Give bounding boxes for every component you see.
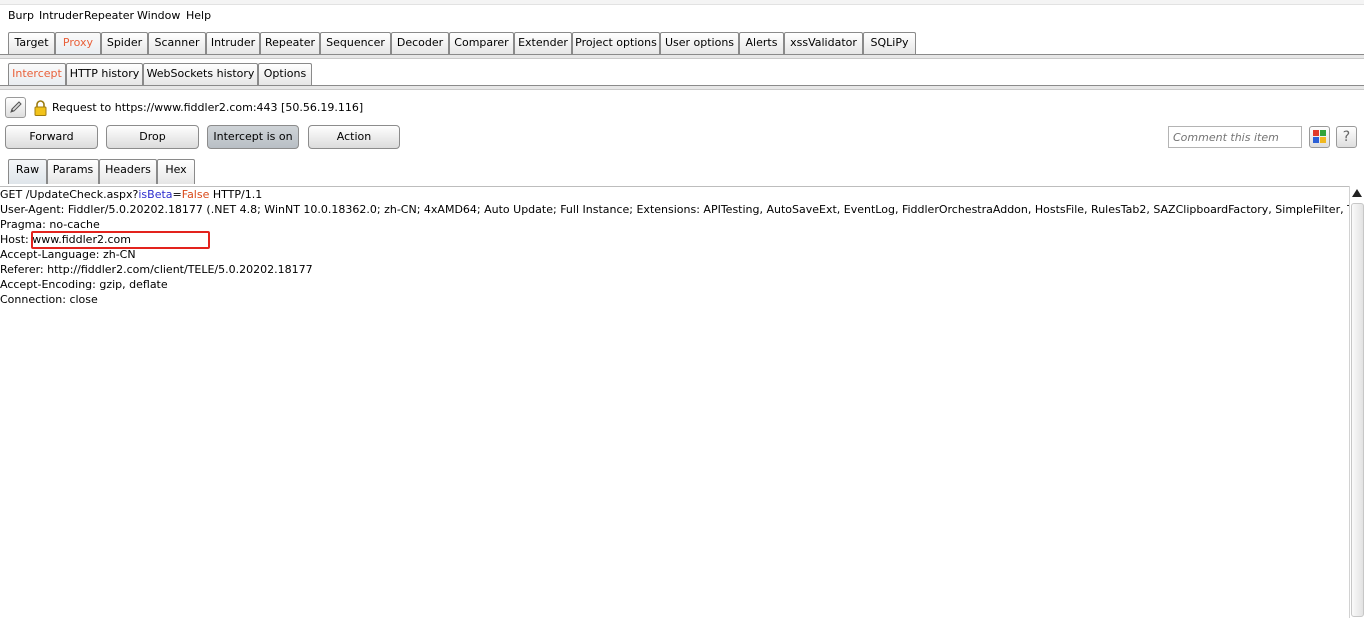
tab-params[interactable]: Params bbox=[47, 159, 99, 184]
proxy-tab-divider bbox=[0, 85, 1364, 90]
request-target-info: Request to https://www.fiddler2.com:443 … bbox=[52, 101, 364, 114]
header-pragma: Pragma: no-cache bbox=[0, 218, 100, 231]
tab-options[interactable]: Options bbox=[258, 63, 312, 85]
tab-http-history[interactable]: HTTP history bbox=[66, 63, 143, 85]
tab-headers[interactable]: Headers bbox=[99, 159, 157, 184]
message-tab-bar: Raw Params Headers Hex bbox=[0, 158, 1364, 184]
pencil-icon bbox=[10, 101, 22, 113]
forward-button[interactable]: Forward bbox=[5, 125, 98, 149]
tab-repeater[interactable]: Repeater bbox=[260, 32, 320, 54]
tab-alerts[interactable]: Alerts bbox=[739, 32, 784, 54]
param-equals: = bbox=[172, 188, 182, 201]
menu-bar: Burp Intruder Repeater Window Help bbox=[0, 0, 1364, 28]
tab-websockets-history[interactable]: WebSockets history bbox=[143, 63, 258, 85]
request-line: GET /UpdateCheck.aspx?isBeta=False HTTP/… bbox=[0, 187, 262, 202]
tab-extender[interactable]: Extender bbox=[514, 32, 572, 54]
tab-intruder[interactable]: Intruder bbox=[206, 32, 260, 54]
menu-window[interactable]: Window bbox=[137, 9, 180, 22]
tab-comparer[interactable]: Comparer bbox=[449, 32, 514, 54]
scrollbar-thumb[interactable] bbox=[1351, 203, 1364, 617]
scroll-up-arrow-icon[interactable] bbox=[1352, 189, 1362, 197]
host-highlight-box bbox=[31, 231, 210, 249]
lock-icon bbox=[34, 100, 47, 116]
proxy-tab-bar: Intercept HTTP history WebSockets histor… bbox=[0, 62, 1364, 86]
header-referer: Referer: http://fiddler2.com/client/TELE… bbox=[0, 263, 313, 276]
tab-scanner[interactable]: Scanner bbox=[148, 32, 206, 54]
header-connection: Connection: close bbox=[0, 293, 98, 306]
request-line-start: GET /UpdateCheck.aspx? bbox=[0, 188, 139, 201]
intercept-toggle-button[interactable]: Intercept is on bbox=[207, 125, 299, 149]
comment-input[interactable] bbox=[1168, 126, 1302, 148]
help-button[interactable]: ? bbox=[1336, 126, 1357, 148]
tab-user-options[interactable]: User options bbox=[660, 32, 739, 54]
tab-target[interactable]: Target bbox=[8, 32, 55, 54]
tab-project-options[interactable]: Project options bbox=[572, 32, 660, 54]
tab-spider[interactable]: Spider bbox=[101, 32, 148, 54]
action-button[interactable]: Action bbox=[308, 125, 400, 149]
tab-xssvalidator[interactable]: xssValidator bbox=[784, 32, 863, 54]
request-line-end: HTTP/1.1 bbox=[209, 188, 263, 201]
tab-sequencer[interactable]: Sequencer bbox=[320, 32, 391, 54]
highlight-color-button[interactable] bbox=[1309, 126, 1330, 148]
menu-burp[interactable]: Burp bbox=[8, 9, 34, 22]
main-tab-bar: Target Proxy Spider Scanner Intruder Rep… bbox=[0, 31, 1364, 55]
raw-request-editor[interactable]: GET /UpdateCheck.aspx?isBeta=False HTTP/… bbox=[0, 186, 1364, 619]
vertical-scrollbar[interactable] bbox=[1349, 186, 1364, 618]
edit-request-button[interactable] bbox=[5, 97, 26, 118]
tab-decoder[interactable]: Decoder bbox=[391, 32, 449, 54]
tab-hex[interactable]: Hex bbox=[157, 159, 195, 184]
menu-help[interactable]: Help bbox=[186, 9, 211, 22]
color-grid-icon bbox=[1313, 130, 1326, 143]
main-tab-divider bbox=[0, 54, 1364, 59]
tab-proxy[interactable]: Proxy bbox=[55, 32, 101, 54]
header-user-agent: User-Agent: Fiddler/5.0.20202.18177 (.NE… bbox=[0, 203, 1364, 216]
tab-intercept[interactable]: Intercept bbox=[8, 63, 66, 85]
drop-button[interactable]: Drop bbox=[106, 125, 199, 149]
param-value: False bbox=[181, 188, 210, 201]
tab-raw[interactable]: Raw bbox=[8, 159, 47, 184]
question-icon: ? bbox=[1342, 129, 1351, 145]
menu-intruder[interactable]: Intruder bbox=[39, 9, 83, 22]
tab-sqlipy[interactable]: SQLiPy bbox=[863, 32, 916, 54]
param-name: isBeta bbox=[138, 188, 173, 201]
header-accept-language: Accept-Language: zh-CN bbox=[0, 248, 136, 261]
header-accept-encoding: Accept-Encoding: gzip, deflate bbox=[0, 278, 168, 291]
window-top-strip bbox=[0, 0, 1364, 5]
menu-repeater[interactable]: Repeater bbox=[84, 9, 134, 22]
